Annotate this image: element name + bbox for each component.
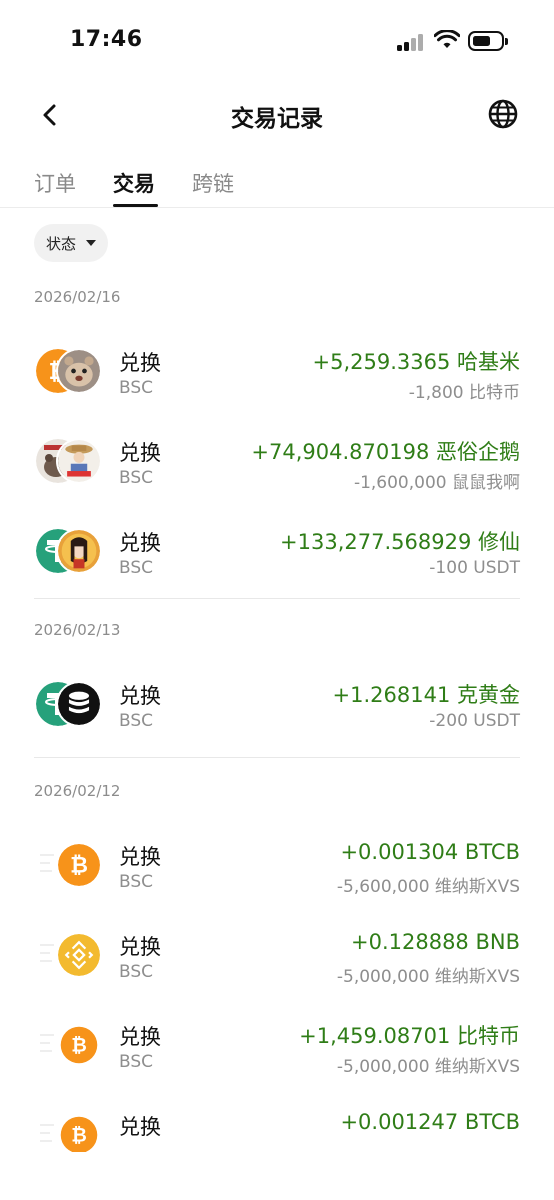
date-header: 2026/02/13 bbox=[34, 621, 121, 639]
transaction-row[interactable]: ₿ 兑换 BSC +1,459.08701 比特币 -5,000,000 维纳斯… bbox=[0, 1000, 554, 1090]
date-header: 2026/02/12 bbox=[34, 782, 121, 800]
tx-received-amount: +1.268141 克黄金 bbox=[332, 683, 520, 707]
header: 交易记录 bbox=[0, 84, 554, 146]
tx-chain: BSC bbox=[119, 1052, 154, 1072]
page-title: 交易记录 bbox=[231, 106, 323, 132]
transaction-row[interactable]: ₿ 兑换 BSC +5,259.3365 哈基米 -1,800 比特币 bbox=[0, 326, 554, 416]
tx-received-amount: +5,259.3365 哈基米 bbox=[312, 350, 520, 374]
tab-orders[interactable]: 订单 bbox=[34, 168, 76, 198]
tx-type: 兑换 bbox=[119, 935, 161, 959]
status-filter-button[interactable]: 状态 bbox=[34, 224, 108, 262]
tx-sent-amount: -5,000,000 维纳斯XVS bbox=[336, 1057, 520, 1077]
wifi-icon bbox=[434, 30, 460, 48]
tx-received-amount: +0.128888 BNB bbox=[351, 930, 520, 954]
tx-type: 兑换 bbox=[119, 1115, 161, 1139]
active-tab-indicator bbox=[113, 204, 158, 207]
status-time: 17:46 bbox=[70, 27, 143, 52]
tx-chain: BSC bbox=[119, 468, 154, 488]
caret-down-icon bbox=[86, 240, 96, 246]
transaction-row[interactable]: ₿ 兑换 +0.001247 BTCB bbox=[0, 1090, 554, 1152]
tx-received-amount: +0.001304 BTCB bbox=[340, 840, 520, 864]
tx-type: 兑换 bbox=[119, 351, 161, 375]
transaction-row[interactable]: 兑换 BSC +133,277.568929 修仙 -100 USDT bbox=[0, 506, 554, 596]
tx-type: 兑换 bbox=[119, 441, 161, 465]
status-filter-label: 状态 bbox=[46, 235, 77, 253]
svg-text:₿: ₿ bbox=[70, 853, 88, 878]
btcb-icon: ₿ bbox=[56, 842, 102, 888]
transaction-row[interactable]: 兑换 BSC +1.268141 克黄金 -200 USDT bbox=[0, 659, 554, 755]
tx-type: 兑换 bbox=[119, 684, 161, 708]
svg-text:₿: ₿ bbox=[71, 1123, 87, 1146]
transaction-row[interactable]: 兑换 BSC +74,904.870198 恶俗企鹅 -1,600,000 鼠鼠… bbox=[0, 416, 554, 506]
battery-icon bbox=[468, 31, 508, 51]
globe-icon[interactable] bbox=[487, 98, 519, 130]
svg-text:₿: ₿ bbox=[71, 1033, 87, 1056]
bitcoin-orange-icon: ₿ bbox=[56, 1022, 102, 1068]
date-header: 2026/02/16 bbox=[34, 288, 121, 306]
transaction-row[interactable]: ₿ 兑换 BSC +0.001304 BTCB -5,600,000 维纳斯XV… bbox=[0, 820, 554, 910]
tx-received-amount: +0.001247 BTCB bbox=[340, 1110, 520, 1134]
hamster-avatar-icon bbox=[56, 348, 102, 394]
tx-sent-amount: -5,600,000 维纳斯XVS bbox=[336, 877, 520, 897]
tx-sent-amount: -5,000,000 维纳斯XVS bbox=[336, 967, 520, 987]
tx-type: 兑换 bbox=[119, 531, 161, 555]
tab-bar: 订单 交易 跨链 bbox=[0, 158, 554, 208]
tx-received-amount: +133,277.568929 修仙 bbox=[280, 530, 520, 554]
bottom-safe-area bbox=[0, 1152, 554, 1200]
tab-trades[interactable]: 交易 bbox=[113, 168, 155, 198]
tx-chain: BSC bbox=[119, 872, 154, 892]
bnb-icon bbox=[56, 932, 102, 978]
tx-chain: BSC bbox=[119, 558, 154, 578]
tx-type: 兑换 bbox=[119, 845, 161, 869]
tab-crosschain[interactable]: 跨链 bbox=[192, 168, 234, 198]
transaction-list: 2026/02/16 ₿ 兑换 BSC +5,259.3365 哈基米 -1,8… bbox=[0, 270, 554, 1152]
tx-chain: BSC bbox=[119, 378, 154, 398]
transaction-row[interactable]: 兑换 BSC +0.128888 BNB -5,000,000 维纳斯XVS bbox=[0, 910, 554, 1000]
tx-received-amount: +1,459.08701 比特币 bbox=[299, 1024, 520, 1048]
tx-received-amount: +74,904.870198 恶俗企鹅 bbox=[251, 440, 520, 464]
cellular-signal-icon bbox=[397, 33, 423, 51]
btcb-icon: ₿ bbox=[56, 1112, 102, 1152]
tx-chain: BSC bbox=[119, 962, 154, 982]
status-bar: 17:46 bbox=[0, 0, 554, 84]
xiuxian-avatar-icon bbox=[56, 528, 102, 574]
tx-sent-amount: -1,800 比特币 bbox=[408, 383, 520, 403]
tx-sent-amount: -200 USDT bbox=[429, 711, 520, 731]
tx-sent-amount: -100 USDT bbox=[429, 558, 520, 578]
penguin-meme-avatar-icon bbox=[56, 438, 102, 484]
gold-stack-icon bbox=[56, 681, 102, 727]
tx-chain: BSC bbox=[119, 711, 154, 731]
tx-type: 兑换 bbox=[119, 1025, 161, 1049]
tx-sent-amount: -1,600,000 鼠鼠我啊 bbox=[353, 473, 520, 493]
